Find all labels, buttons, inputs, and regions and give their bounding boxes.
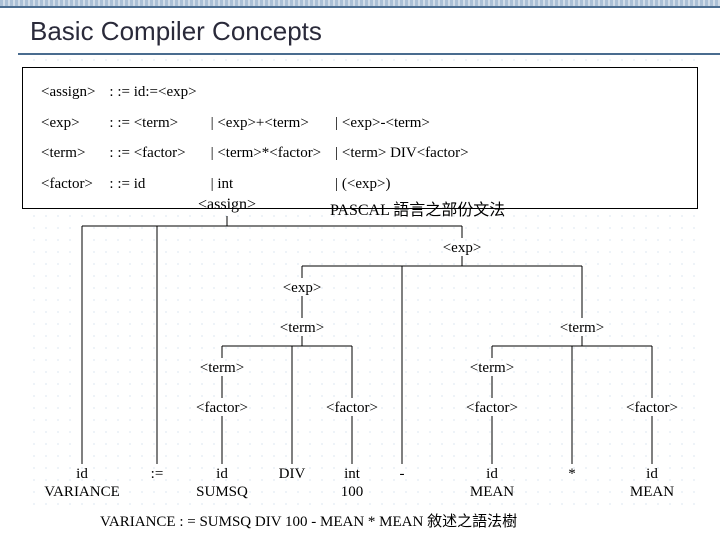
node-exp: <exp> xyxy=(283,280,322,296)
node-term: <term> xyxy=(280,320,324,336)
node-term: <term> xyxy=(560,320,604,336)
grammar-rhs: : := id xyxy=(103,170,202,199)
lex-100: 100 xyxy=(341,484,364,500)
grammar-row-exp: <exp> : := <term> | <exp>+<term> | <exp>… xyxy=(35,109,475,138)
token-id: id xyxy=(486,466,498,482)
grammar-rhs: : := id:=<exp> xyxy=(103,78,202,107)
token-id: id xyxy=(216,466,228,482)
grammar-rhs: | <term> DIV<factor> xyxy=(329,139,474,168)
grammar-lhs: <exp> xyxy=(35,109,101,138)
statement-caption: VARIANCE : = SUMSQ DIV 100 - MEAN * MEAN… xyxy=(100,510,517,531)
grammar-rhs: | <exp>-<term> xyxy=(329,109,474,138)
node-factor: <factor> xyxy=(626,400,678,416)
token-id: id xyxy=(76,466,88,482)
grammar-rhs: | <exp>+<term> xyxy=(205,109,328,138)
grammar-table: <assign> : := id:=<exp> <exp> : := <term… xyxy=(33,76,477,200)
slide-title: Basic Compiler Concepts xyxy=(30,16,720,47)
parse-tree: <exp> <exp> <term> <term> <term> <term> … xyxy=(22,196,702,506)
grammar-rhs: | <term>*<factor> xyxy=(205,139,328,168)
grammar-rhs: : := <factor> xyxy=(103,139,202,168)
token-minus: - xyxy=(400,466,405,482)
token-star: * xyxy=(568,466,576,482)
node-factor: <factor> xyxy=(466,400,518,416)
grammar-rhs: : := <term> xyxy=(103,109,202,138)
grammar-lhs: <assign> xyxy=(35,78,101,107)
grammar-row-factor: <factor> : := id | int | (<exp>) xyxy=(35,170,475,199)
grammar-lhs: <term> xyxy=(35,139,101,168)
lex-mean: MEAN xyxy=(470,484,514,500)
lex-mean: MEAN xyxy=(630,484,674,500)
token-int: int xyxy=(344,466,361,482)
node-factor: <factor> xyxy=(326,400,378,416)
grammar-row-term: <term> : := <factor> | <term>*<factor> |… xyxy=(35,139,475,168)
grammar-rhs: | int xyxy=(205,170,328,199)
node-term: <term> xyxy=(200,360,244,376)
node-term: <term> xyxy=(470,360,514,376)
token-assign-op: := xyxy=(151,466,164,482)
grammar-row-assign: <assign> : := id:=<exp> xyxy=(35,78,475,107)
grammar-lhs: <factor> xyxy=(35,170,101,199)
grammar-box: <assign> : := id:=<exp> <exp> : := <term… xyxy=(22,67,698,209)
token-div: DIV xyxy=(279,466,306,482)
grammar-rhs: | (<exp>) xyxy=(329,170,474,199)
lex-variance: VARIANCE xyxy=(44,484,120,500)
node-exp: <exp> xyxy=(443,240,482,256)
token-id: id xyxy=(646,466,658,482)
node-factor: <factor> xyxy=(196,400,248,416)
lex-sumsq: SUMSQ xyxy=(196,484,248,500)
slide-top-accent xyxy=(0,0,720,8)
